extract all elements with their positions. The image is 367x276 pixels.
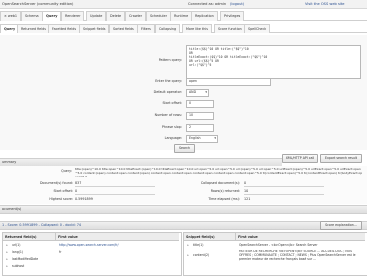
default-operator-label: Default operator: — [153, 90, 182, 94]
subtab-collapsing[interactable]: Collapsing — [155, 24, 181, 33]
expand-icon[interactable]: + — [6, 264, 8, 268]
tab-runtime[interactable]: Runtime — [170, 11, 193, 21]
field-name: content(2) — [193, 253, 210, 257]
enter-query-label: Enter the query: — [155, 79, 182, 83]
start-offset-input[interactable]: 0 — [186, 100, 214, 108]
tab-scheduler[interactable]: Scheduler — [146, 11, 171, 21]
pattern-query-textarea[interactable]: title:($$)^10 OR title:("$$")^10 OR titl… — [186, 45, 361, 79]
returned-fields-table: Returned field(s) First value + url(1) h… — [2, 232, 182, 276]
export-search-result-button[interactable]: Export search result — [320, 154, 362, 163]
subtab-sorted-fields[interactable]: Sorted fields — [109, 24, 138, 33]
documents-found-label: Document(s) found: — [40, 181, 73, 185]
logout-link[interactable]: (logout) — [230, 2, 244, 6]
title-bar: OpenSearchServer (community edition) Con… — [0, 0, 367, 9]
tab-renderer[interactable]: Renderer — [61, 11, 85, 21]
number-of-rows-label: Number of rows: — [154, 113, 182, 117]
subtab-filters[interactable]: Filters — [137, 24, 155, 33]
field-name: lastModifiedDate — [12, 257, 39, 261]
tab-replication[interactable]: Replication — [191, 11, 218, 21]
subtab-score-function[interactable]: Score function — [214, 24, 246, 33]
document-result-row[interactable]: 1 - Score: 0.5991899 - Collapsed: 0 - do… — [0, 221, 367, 230]
documents-header: ocument(s) — [0, 205, 367, 214]
phrase-slop-label: Phrase slop: — [161, 125, 182, 129]
field-value: OpenSearchServer - <b>Open</b> Search Se… — [239, 243, 318, 247]
language-select[interactable]: English ▾ — [186, 135, 218, 143]
subtab-more-like-this[interactable]: More like this — [182, 24, 212, 33]
returned-fields-col-header: Returned field(s) — [3, 233, 56, 241]
rows-returned-label: Rows(s) returned: — [210, 189, 240, 193]
number-of-rows-input[interactable]: 10 — [186, 112, 214, 120]
field-value[interactable]: http://www.open-search-server.com/fr/ — [59, 243, 177, 247]
field-name: lang(1) — [12, 250, 24, 254]
start-offset-summary-label: Start offset: — [53, 189, 73, 193]
visit-oss-link[interactable]: Visit the OSS web site — [305, 2, 344, 6]
default-operator-select[interactable]: AND ▾ — [186, 89, 209, 97]
separator — [244, 186, 324, 187]
collapsed-documents-value: 0 — [244, 181, 247, 185]
connected-as: Connected as: admin — [188, 2, 227, 6]
field-name: title(1) — [193, 243, 204, 247]
main-tabs: × web1 Schema Query Renderer Update Dele… — [0, 10, 367, 21]
result-summary: 1 - Score: 0.5991899 - Collapsed: 0 - do… — [2, 223, 82, 227]
field-name: subhost — [12, 264, 25, 268]
chevron-down-icon: ▾ — [214, 136, 216, 140]
xml-api-call-button[interactable]: XML/HTTP API call — [282, 154, 318, 163]
subtab-facetted-fields[interactable]: Facetted fields — [48, 24, 81, 33]
chevron-down-icon: ▾ — [205, 90, 207, 94]
expand-icon[interactable]: + — [6, 250, 8, 254]
tab-web1[interactable]: × web1 — [0, 11, 22, 21]
expand-icon[interactable]: + — [187, 243, 189, 247]
expand-icon[interactable]: + — [6, 243, 8, 247]
snippet-fields-col-header: Snippet field(s) — [184, 233, 236, 241]
separator — [244, 194, 324, 195]
enter-query-input[interactable]: open — [186, 78, 271, 86]
tab-delete[interactable]: Delete — [106, 11, 126, 21]
documents-found-value: 837 — [75, 181, 82, 185]
phrase-slop-input[interactable]: 2 — [186, 124, 214, 132]
expand-icon[interactable]: + — [187, 253, 189, 257]
parsed-query-text: title:(open)^10.0 title:open^10.0 titleE… — [75, 168, 363, 177]
highest-score-label: Highest score: — [49, 197, 73, 201]
time-elapsed-value: 121 — [244, 197, 251, 201]
language-label: Language: — [164, 136, 182, 140]
tab-schema[interactable]: Schema — [21, 11, 43, 21]
first-value-col-header: First value — [236, 233, 365, 241]
expand-icon[interactable]: + — [6, 257, 8, 261]
tab-privileges[interactable]: Privileges — [220, 11, 245, 21]
field-name: url(1) — [12, 243, 21, 247]
separator — [75, 194, 155, 195]
field-value: MOTEUR DE RECHERCHE <b>OPEN</b> SOURCE .… — [239, 250, 356, 261]
subtab-spellcheck[interactable]: SpellCheck — [244, 24, 271, 33]
search-button[interactable]: Search — [174, 144, 195, 153]
query-label: Query: — [61, 169, 72, 173]
query-sub-tabs: Query Returned fields Facetted fields Sn… — [0, 23, 367, 33]
score-explanation-button[interactable]: Score explanation... — [320, 221, 362, 230]
tab-query[interactable]: Query — [42, 11, 62, 21]
tab-crawler[interactable]: Crawler — [125, 11, 147, 21]
subtab-returned-fields[interactable]: Returned fields — [17, 24, 50, 33]
rows-returned-value: 10 — [244, 189, 249, 193]
separator — [75, 186, 155, 187]
pattern-query-label: Pattern query: — [158, 58, 182, 62]
snippet-fields-table: Snippet field(s) First value + title(1) … — [183, 232, 367, 276]
first-value-col-header: First value — [56, 233, 179, 241]
tab-close-icon[interactable]: × — [4, 14, 7, 18]
highest-score-value: 0.5991899 — [75, 197, 93, 201]
tab-update[interactable]: Update — [86, 11, 107, 21]
start-offset-summary-value: 0 — [75, 189, 78, 193]
collapsed-documents-label: Collapsed document(s): — [200, 181, 240, 185]
subtab-snippet-fields[interactable]: Snippet fields — [79, 24, 110, 33]
app-title: OpenSearchServer (community edition) — [2, 2, 74, 6]
field-value: fr — [59, 250, 62, 254]
start-offset-label: Start offset: — [162, 101, 182, 105]
time-elapsed-label: Time elapsed (ms): — [208, 197, 240, 201]
